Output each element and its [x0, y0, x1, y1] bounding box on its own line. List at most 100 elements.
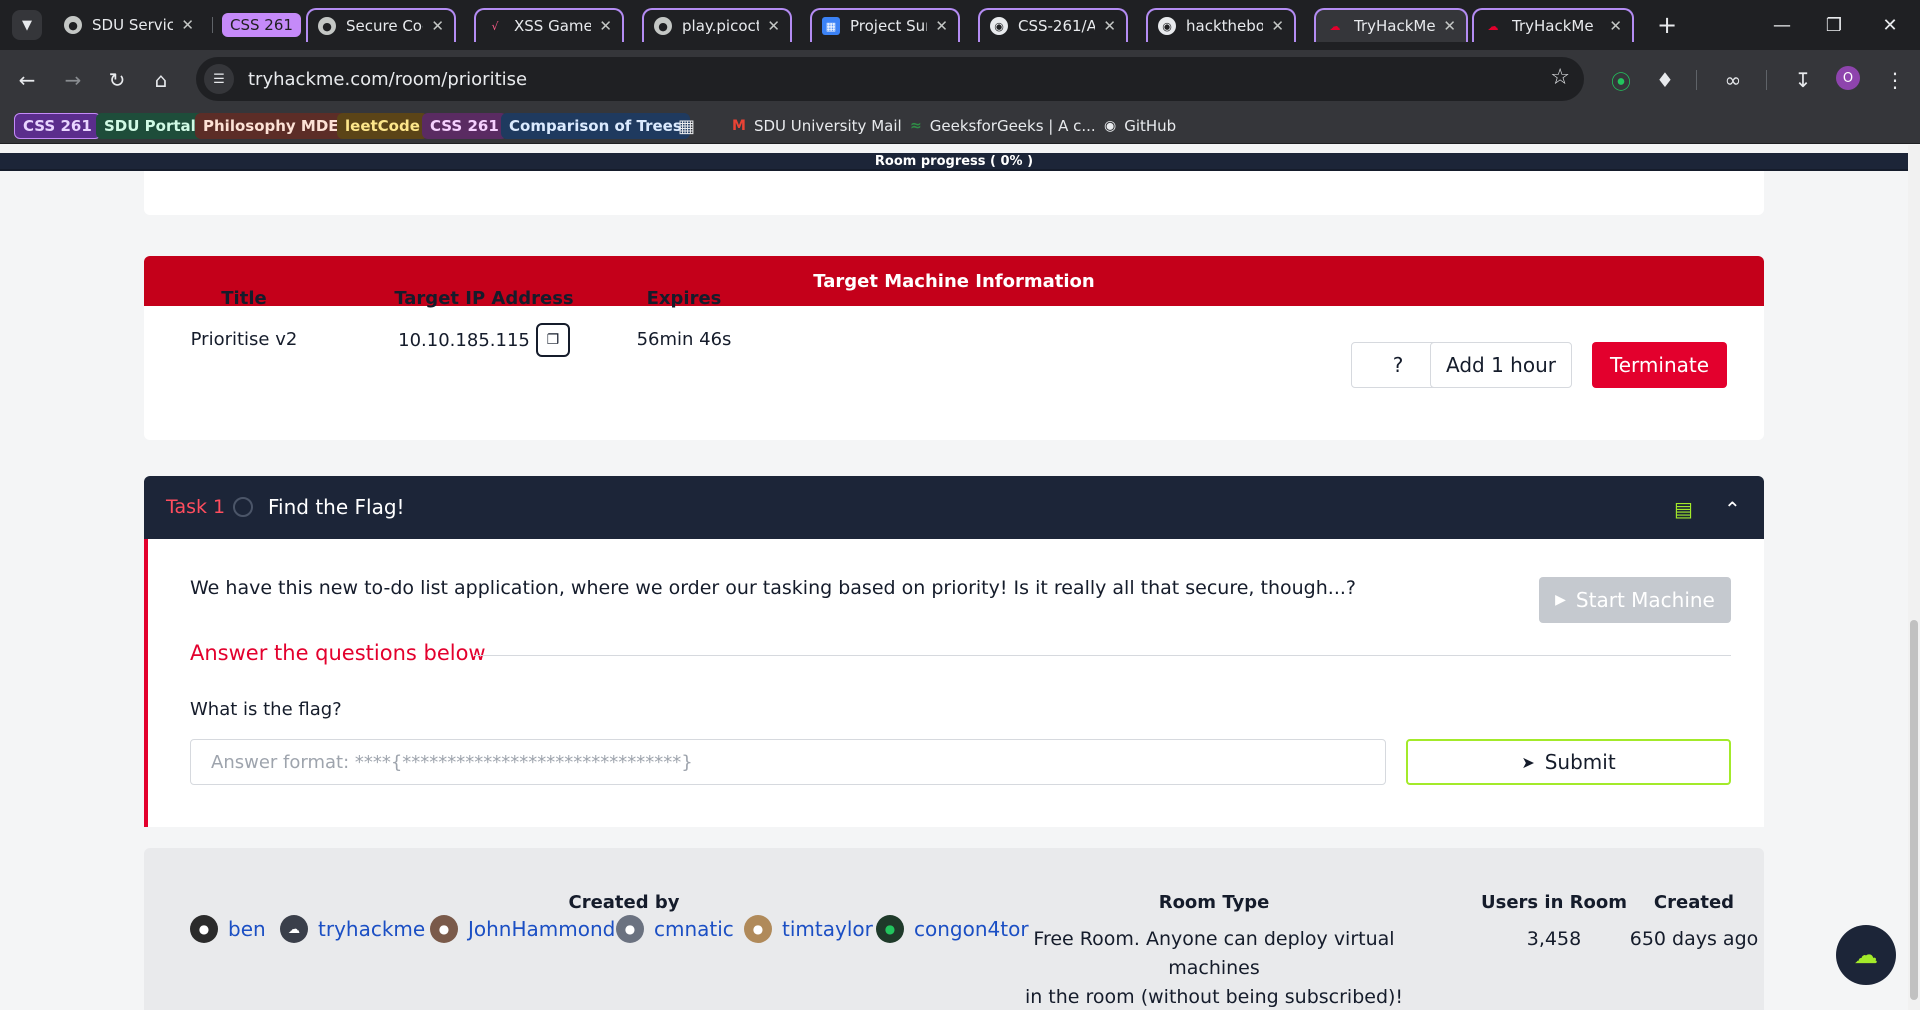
target-machine-card: Target Machine Information Title Priorit…	[144, 256, 1764, 440]
close-icon[interactable]: ✕	[1103, 17, 1116, 35]
created-by-label: Created by	[568, 892, 680, 913]
close-icon[interactable]: ✕	[1443, 17, 1456, 35]
bookmark-comparison-of-trees[interactable]: Comparison of Trees	[501, 113, 690, 139]
play-icon: ▶	[1555, 592, 1566, 608]
new-tab-button[interactable]: +	[1652, 10, 1682, 40]
room-progress-bar: Room progress ( 0% )	[0, 153, 1908, 171]
avatar: ●	[190, 915, 218, 943]
gmail-icon: M	[732, 118, 746, 134]
avatar: ●	[876, 915, 904, 943]
site-info-icon[interactable]: ☰	[204, 64, 234, 94]
room-info-card: Created by ● ben ☁ tryhackme ● JohnHammo…	[144, 848, 1764, 1010]
tab-secure-coding[interactable]: ● Secure Codi ✕	[306, 8, 456, 42]
page-scrollbar[interactable]	[1908, 145, 1920, 1010]
tryhackme-icon: ☁	[1329, 19, 1341, 33]
reload-button[interactable]: ↻	[102, 65, 132, 95]
task-body: We have this new to-do list application,…	[144, 539, 1764, 827]
terminate-button[interactable]: Terminate	[1592, 342, 1727, 388]
task-header[interactable]: Task 1 Find the Flag! ▤ ⌃	[144, 476, 1764, 539]
expires-value: 56min 46s	[636, 329, 732, 350]
tab-search-button[interactable]: ▼	[12, 10, 42, 40]
creator-link[interactable]: ● timtaylor	[744, 915, 873, 943]
profile-avatar[interactable]: O	[1836, 66, 1860, 90]
task-card: Task 1 Find the Flag! ▤ ⌃ We have this n…	[144, 476, 1764, 827]
submit-button[interactable]: ➤ Submit	[1406, 739, 1731, 785]
chat-support-icon[interactable]: ☁	[1836, 925, 1896, 985]
task-description: We have this new to-do list application,…	[190, 577, 1356, 599]
close-icon[interactable]: ✕	[181, 16, 194, 34]
target-ip-value[interactable]: 10.10.185.115	[398, 330, 530, 351]
extensions-puzzle-icon[interactable]: ♦	[1650, 65, 1680, 95]
gfg-icon: ≈	[910, 118, 922, 134]
avatar: ●	[616, 915, 644, 943]
room-type-label: Room Type	[1158, 892, 1270, 913]
close-icon[interactable]: ✕	[1609, 17, 1622, 35]
bookmark-css-261[interactable]: CSS 261	[14, 113, 101, 139]
apps-grid-icon[interactable]: ▦	[670, 113, 703, 139]
globe-icon: ●	[64, 16, 82, 34]
forward-button[interactable]: →	[58, 65, 88, 95]
address-bar[interactable]: ☰ tryhackme.com/room/prioritise ☆	[196, 57, 1584, 101]
task-title: Find the Flag!	[268, 495, 405, 519]
previous-card	[144, 171, 1764, 215]
download-icon[interactable]: ↧	[1788, 65, 1818, 95]
close-icon[interactable]: ✕	[431, 17, 444, 35]
bookmark-leetcode[interactable]: leetCode	[337, 113, 428, 139]
tab-picoctf[interactable]: ● play.picoctf ✕	[642, 8, 792, 42]
restore-button[interactable]: ❐	[1814, 10, 1854, 40]
machine-title-value: Prioritise v2	[190, 329, 298, 350]
copy-icon[interactable]: ❐	[535, 323, 570, 357]
start-machine-button[interactable]: ▶ Start Machine	[1539, 577, 1731, 623]
answer-divider	[474, 655, 1731, 656]
minimize-button[interactable]: —	[1762, 10, 1802, 40]
close-icon[interactable]: ✕	[935, 17, 948, 35]
task-status-circle-icon	[233, 497, 253, 517]
room-type-value: Free Room. Anyone can deploy virtual mac…	[1024, 928, 1404, 1008]
avatar: ☁	[280, 915, 308, 943]
creator-link[interactable]: ☁ tryhackme	[280, 915, 425, 943]
back-button[interactable]: ←	[12, 65, 42, 95]
bookmark-geeksforgeeks[interactable]: ≈ GeeksforGeeks | A c...	[902, 113, 1104, 139]
tab-project-summary[interactable]: ▦ Project Sum ✕	[810, 8, 960, 42]
created-value: 650 days ago	[1629, 928, 1759, 950]
scrollbar-thumb[interactable]	[1910, 620, 1918, 1000]
tab-hackthebox[interactable]: ◉ hackthebox ✕	[1146, 8, 1296, 42]
bookmark-philosophy-mde[interactable]: Philosophy MDE	[195, 113, 347, 139]
bookmark-css-261-2[interactable]: CSS 261	[422, 113, 507, 139]
bookmark-star-icon[interactable]: ☆	[1550, 65, 1570, 90]
address-url[interactable]: tryhackme.com/room/prioritise	[248, 69, 527, 90]
window-close-button[interactable]: ✕	[1870, 10, 1910, 40]
add-hour-button[interactable]: Add 1 hour	[1430, 342, 1572, 388]
tab-tryhackme-active[interactable]: ☁ TryHackMe ✕	[1314, 8, 1468, 42]
link-icon[interactable]: ∞	[1718, 65, 1748, 95]
bookmark-sdu-mail[interactable]: M SDU University Mail	[724, 113, 910, 139]
close-icon[interactable]: ✕	[767, 17, 780, 35]
tab-sdu-service[interactable]: ● SDU Service ✕	[54, 8, 204, 42]
tab-xss-game[interactable]: √ XSS Game - ✕	[474, 8, 624, 42]
target-ip-column: Target IP Address 10.10.185.115 ❐	[364, 288, 604, 357]
tab-separator	[212, 17, 213, 33]
home-button[interactable]: ⌂	[146, 65, 176, 95]
page-content: Room progress ( 0% ) Target Machine Info…	[0, 145, 1920, 1010]
bookmark-sdu-portal[interactable]: SDU Portal	[96, 113, 204, 139]
creator-link[interactable]: ● ben	[190, 915, 266, 943]
tab-css-261-github[interactable]: ◉ CSS-261/As ✕	[978, 8, 1128, 42]
tryhackme-icon: ☁	[1487, 19, 1499, 33]
bookmark-github[interactable]: ◉ GitHub	[1096, 113, 1184, 139]
close-icon[interactable]: ✕	[599, 17, 612, 35]
chevron-up-icon[interactable]: ⌃	[1724, 497, 1741, 521]
globe-icon: ●	[318, 17, 336, 35]
creator-link[interactable]: ● JohnHammond	[430, 915, 615, 943]
menu-dots-icon[interactable]: ⋮	[1880, 65, 1910, 95]
creator-link[interactable]: ● congon4tor	[876, 915, 1029, 943]
extension-grammarly-icon[interactable]: ⦿	[1606, 65, 1636, 95]
close-icon[interactable]: ✕	[1271, 17, 1284, 35]
tab-strip: ▼ ● SDU Service ✕ CSS 261 ● Secure Codi …	[0, 0, 1920, 50]
tab-group-chip[interactable]: CSS 261	[222, 13, 301, 37]
flag-answer-input[interactable]	[190, 739, 1386, 785]
creator-link[interactable]: ● cmnatic	[616, 915, 734, 943]
machine-title-column: Title Prioritise v2	[174, 288, 314, 350]
tab-tryhackme[interactable]: ☁ TryHackMe ✕	[1472, 8, 1634, 42]
server-icon: ▤	[1674, 497, 1693, 521]
project-icon: ▦	[822, 17, 840, 35]
